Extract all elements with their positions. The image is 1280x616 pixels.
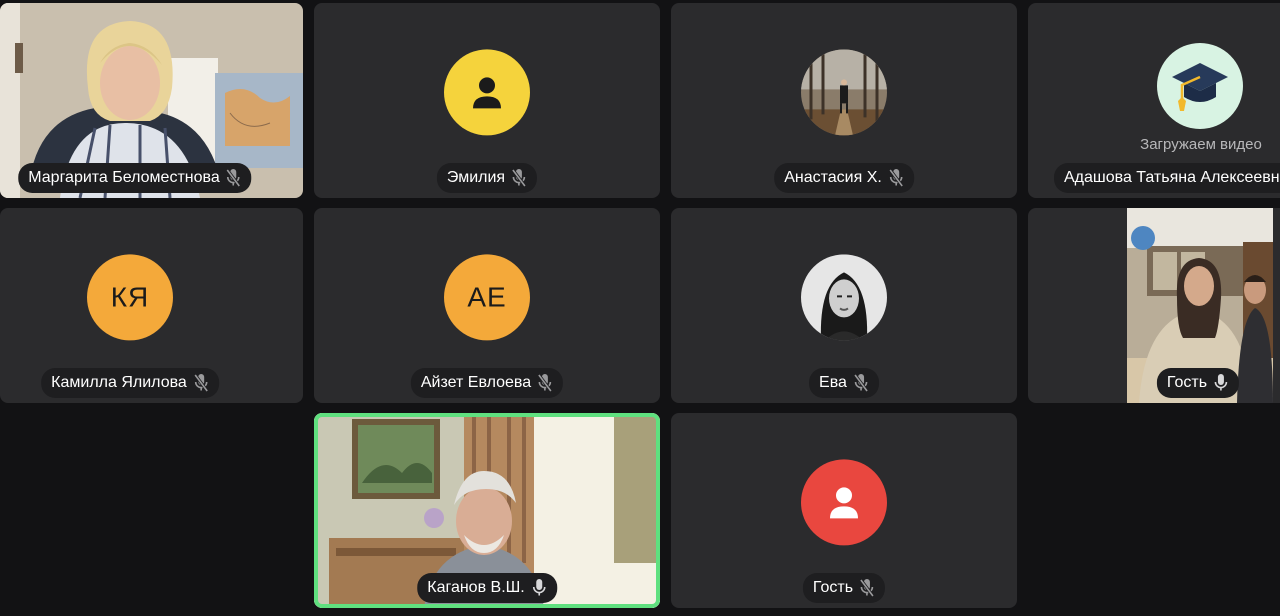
mic-muted-icon <box>226 169 242 187</box>
avatar-photo <box>801 48 887 135</box>
participant-tile-emilia[interactable]: Эмилия <box>314 3 660 198</box>
active-speaker-border <box>314 413 660 608</box>
participant-name: Ева <box>819 374 847 391</box>
participant-name-pill: Маргарита Беломестнова <box>18 163 252 193</box>
avatar-initials: АЕ <box>467 280 507 312</box>
participant-name-pill: Камилла Ялилова <box>41 368 219 398</box>
participant-tile-adashova[interactable]: Загружаем видео Адашова Татьяна Алексеев… <box>1028 3 1280 198</box>
participant-tile-anastasia[interactable]: Анастасия Х. <box>671 3 1017 198</box>
participant-tile-guest-1[interactable]: Гость <box>1028 208 1280 403</box>
person-icon <box>830 486 858 518</box>
participant-name: Адашова Татьяна Алексеевна <box>1064 169 1280 186</box>
avatar <box>1157 43 1243 129</box>
mic-muted-icon <box>859 579 875 597</box>
mic-muted-icon <box>888 169 904 187</box>
mic-muted-icon <box>537 374 553 392</box>
profile-photo <box>801 48 887 135</box>
person-icon <box>473 76 501 108</box>
participant-tile-kaganov[interactable]: Каганов В.Ш. <box>314 413 660 608</box>
mic-muted-icon <box>853 374 869 392</box>
participant-name-pill: Гость <box>1156 368 1240 398</box>
profile-photo <box>801 253 887 340</box>
avatar: АЕ <box>444 253 530 340</box>
participant-tile-guest-2[interactable]: Гость <box>671 413 1017 608</box>
avatar: КЯ <box>87 253 173 340</box>
avatar-photo <box>801 253 887 340</box>
participant-name: Анастасия Х. <box>784 169 882 186</box>
participant-tile-eva[interactable]: Ева <box>671 208 1017 403</box>
participant-name: Гость <box>812 579 854 596</box>
participant-name-pill: Анастасия Х. <box>774 163 914 193</box>
participant-tile-margarita[interactable]: Маргарита Беломестнова <box>0 3 303 198</box>
participant-tile-aizet[interactable]: АЕ Айзет Евлоева <box>314 208 660 403</box>
participant-name: Гость <box>1166 374 1208 391</box>
participant-name-pill: Эмилия <box>436 163 538 193</box>
participant-name: Камилла Ялилова <box>51 374 187 391</box>
participant-tile-kamilla[interactable]: КЯ Камилла Ялилова <box>0 208 303 403</box>
status-text: Загружаем видео <box>1140 136 1262 153</box>
avatar-initials: КЯ <box>110 280 150 312</box>
mic-muted-icon <box>193 374 209 392</box>
participant-name-pill: Гость <box>802 573 886 603</box>
participant-name-pill: Ева <box>809 368 879 398</box>
graduation-cap-icon <box>1172 63 1228 111</box>
participant-name-pill: Адашова Татьяна Алексеевна <box>1054 163 1280 193</box>
participant-name-pill: Айзет Евлоева <box>410 368 564 398</box>
participant-name: Эмилия <box>446 169 506 186</box>
mic-icon <box>1214 374 1228 391</box>
avatar <box>444 48 530 135</box>
avatar <box>801 458 887 545</box>
participant-name: Айзет Евлоева <box>420 374 532 391</box>
mic-muted-icon <box>511 169 527 187</box>
participant-name: Маргарита Беломестнова <box>28 169 220 186</box>
